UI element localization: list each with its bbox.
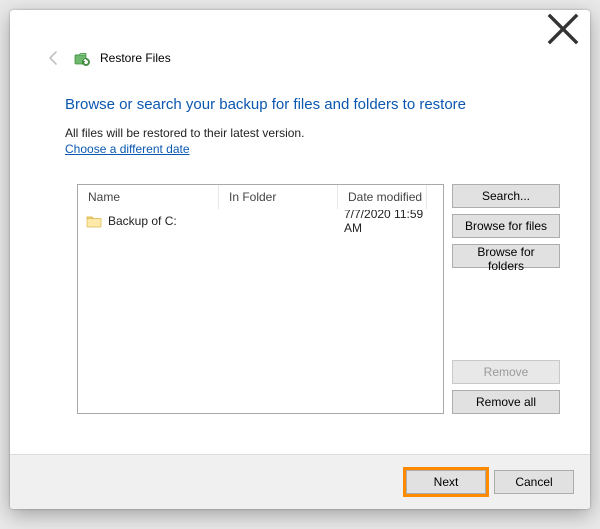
next-button[interactable]: Next [406, 470, 486, 494]
close-button[interactable] [546, 16, 580, 42]
file-list[interactable]: Name In Folder Date modified Backup of [77, 184, 444, 414]
remove-button: Remove [452, 360, 560, 384]
column-date-modified[interactable]: Date modified [338, 185, 427, 209]
browse-files-button[interactable]: Browse for files [452, 214, 560, 238]
restore-files-icon [74, 50, 90, 66]
column-in-folder[interactable]: In Folder [219, 185, 338, 209]
window-title: Restore Files [100, 51, 171, 65]
page-heading: Browse or search your backup for files a… [65, 96, 550, 113]
cancel-button[interactable]: Cancel [494, 470, 574, 494]
wizard-window: Restore Files Browse or search your back… [10, 10, 590, 509]
row-name: Backup of C: [108, 214, 177, 228]
spacer [452, 274, 560, 354]
choose-date-link[interactable]: Choose a different date [65, 142, 190, 156]
side-button-column: Search... Browse for files Browse for fo… [452, 184, 560, 414]
remove-all-button[interactable]: Remove all [452, 390, 560, 414]
row-date-modified: 7/7/2020 11:59 AM [334, 210, 443, 235]
page-subtext: All files will be restored to their late… [65, 126, 304, 140]
search-button[interactable]: Search... [452, 184, 560, 208]
column-name[interactable]: Name [78, 185, 219, 209]
header: Restore Files [44, 48, 570, 68]
content-area: Name In Folder Date modified Backup of [77, 184, 560, 414]
back-arrow-icon [44, 48, 64, 68]
column-tail [427, 185, 443, 209]
column-headers[interactable]: Name In Folder Date modified [78, 185, 443, 210]
footer: Next Cancel [10, 455, 590, 509]
table-row[interactable]: Backup of C: 7/7/2020 11:59 AM [78, 210, 443, 232]
browse-folders-button[interactable]: Browse for folders [452, 244, 560, 268]
list-rows: Backup of C: 7/7/2020 11:59 AM [78, 210, 443, 413]
folder-icon [86, 214, 102, 228]
